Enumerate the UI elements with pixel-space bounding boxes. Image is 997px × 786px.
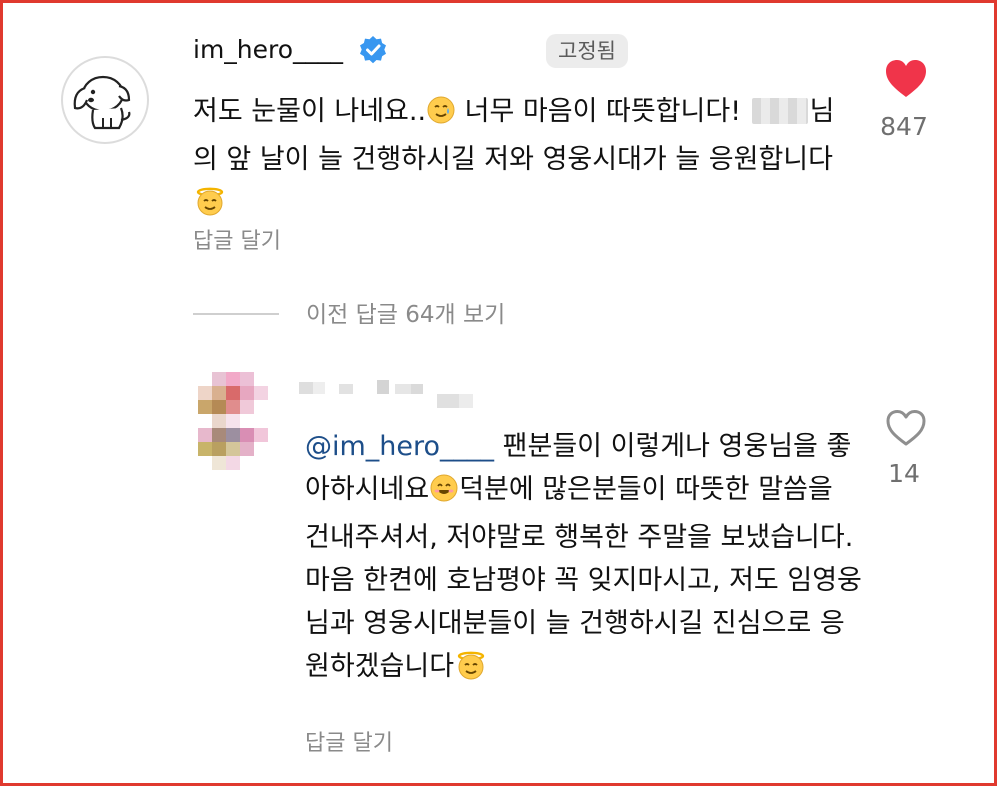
mention-link[interactable]: @im_hero____	[305, 431, 494, 462]
smiling-face-with-halo-icon	[454, 650, 488, 693]
smiling-face-icon	[429, 473, 459, 516]
view-previous-replies-button[interactable]: 이전 답글 64개 보기	[306, 299, 505, 331]
like-count: 14	[888, 459, 920, 488]
like-count: 847	[880, 112, 928, 141]
heart-outline-icon[interactable]	[884, 408, 928, 448]
comment-text: 저도 눈물이 나네요.. 너무 마음이 따뜻합니다! 님의 앞 날이 늘 건행하…	[193, 90, 853, 229]
reply-button[interactable]: 답글 달기	[305, 729, 393, 759]
blurred-avatar[interactable]	[196, 372, 276, 472]
comment-username[interactable]: im_hero____	[193, 33, 343, 67]
smiling-face-with-halo-icon	[193, 186, 227, 229]
heart-filled-icon[interactable]	[884, 58, 928, 100]
divider-line	[193, 313, 279, 315]
puppy-avatar-icon[interactable]	[61, 56, 149, 144]
reply-button[interactable]: 답글 달기	[193, 227, 281, 257]
blurred-name	[751, 98, 808, 124]
comment-text: @im_hero____ 팬분들이 이렇게나 영웅님을 좋아하시네요 덕분에 많은…	[305, 425, 865, 693]
blurred-username[interactable]	[299, 378, 489, 414]
pinned-badge: 고정됨	[546, 34, 628, 68]
smiling-face-with-tear-icon	[426, 95, 456, 138]
verified-badge-icon	[360, 36, 386, 64]
